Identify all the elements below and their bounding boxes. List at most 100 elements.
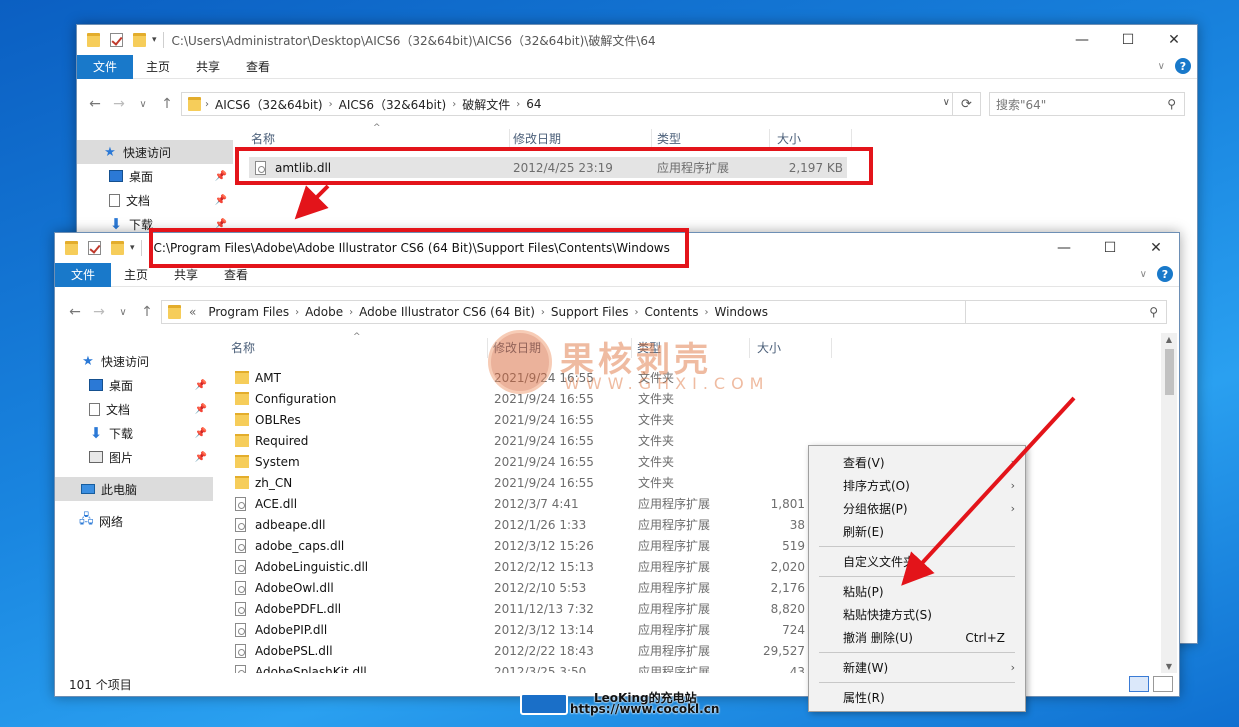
back-icon[interactable]: ← xyxy=(63,304,87,320)
column-header-type[interactable]: 类型 xyxy=(657,130,681,147)
maximize-icon[interactable]: ☐ xyxy=(1087,233,1133,263)
menu-item-paste-shortcut[interactable]: 粘贴快捷方式(S) xyxy=(809,603,1025,626)
menu-item-view[interactable]: 查看(V) › xyxy=(809,451,1025,474)
folder-icon[interactable] xyxy=(87,33,100,47)
folder-icon[interactable] xyxy=(65,241,78,255)
new-folder-icon[interactable] xyxy=(133,33,146,47)
column-header-size[interactable]: 大小 xyxy=(757,339,781,356)
breadcrumb[interactable]: Adobe Illustrator CS6 (64 Bit) xyxy=(353,305,541,319)
breadcrumb[interactable]: AICS6（32&64bit) xyxy=(209,96,329,113)
breadcrumb[interactable]: Program Files xyxy=(202,305,295,319)
table-row[interactable]: ACE.dll 2012/3/7 4:41 应用程序扩展 1,801 xyxy=(229,493,809,514)
sidebar-item-pictures[interactable]: 图片 📌 xyxy=(55,445,213,469)
sidebar-item-downloads[interactable]: ⬇ 下载 📌 xyxy=(55,421,213,445)
column-header-date[interactable]: 修改日期 xyxy=(493,339,541,356)
breadcrumb[interactable]: Support Files xyxy=(545,305,635,319)
up-icon[interactable]: ↑ xyxy=(155,96,179,112)
recent-dropdown-icon[interactable]: ∨ xyxy=(111,307,135,318)
column-header-name[interactable]: 名称 xyxy=(251,130,275,147)
table-row[interactable]: adobe_caps.dll 2012/3/12 15:26 应用程序扩展 519 xyxy=(229,535,809,556)
minimize-icon[interactable]: — xyxy=(1041,233,1087,263)
table-row[interactable]: OBLRes 2021/9/24 16:55 文件夹 xyxy=(229,409,809,430)
tab-file[interactable]: 文件 xyxy=(55,262,112,287)
breadcrumb[interactable]: Adobe xyxy=(299,305,349,319)
menu-item-properties[interactable]: 属性(R) xyxy=(809,686,1025,709)
details-view-icon[interactable] xyxy=(1129,676,1149,692)
table-row[interactable]: AdobePIP.dll 2012/3/12 13:14 应用程序扩展 724 xyxy=(229,619,809,640)
sidebar-item-quick-access[interactable]: ★ 快速访问 xyxy=(55,349,213,373)
column-header-name[interactable]: 名称 xyxy=(231,339,255,356)
refresh-icon[interactable]: ⟳ xyxy=(952,93,980,115)
sidebar-item-this-pc[interactable]: 此电脑 xyxy=(55,477,213,501)
large-icons-view-icon[interactable] xyxy=(1153,676,1173,692)
address-bar[interactable]: « Program Files › Adobe › Adobe Illustra… xyxy=(161,300,1007,324)
recent-dropdown-icon[interactable]: ∨ xyxy=(131,99,155,110)
table-row[interactable]: Required 2021/9/24 16:55 文件夹 xyxy=(229,430,809,451)
scroll-down-icon[interactable]: ▼ xyxy=(1161,662,1177,671)
expand-ribbon-icon[interactable]: ∨ xyxy=(1140,269,1147,280)
help-icon[interactable]: ? xyxy=(1175,58,1191,74)
scroll-up-icon[interactable]: ▲ xyxy=(1161,335,1177,344)
sidebar-item-desktop[interactable]: 桌面 📌 xyxy=(55,373,213,397)
close-icon[interactable]: ✕ xyxy=(1133,233,1179,263)
table-row[interactable]: adbeape.dll 2012/1/26 1:33 应用程序扩展 38 xyxy=(229,514,809,535)
search-input[interactable]: 搜索"64" ⚲ xyxy=(989,92,1185,116)
menu-item-sort-by[interactable]: 排序方式(O) › xyxy=(809,474,1025,497)
column-header-type[interactable]: 类型 xyxy=(637,339,661,356)
table-row[interactable]: AdobeLinguistic.dll 2012/2/12 15:13 应用程序扩展… xyxy=(229,556,809,577)
context-menu: 查看(V) › 排序方式(O) › 分组依据(P) › 刷新(E) 自定义文件夹… xyxy=(808,445,1026,712)
table-row[interactable]: System 2021/9/24 16:55 文件夹 xyxy=(229,451,809,472)
menu-item-undo-delete[interactable]: 撤消 删除(U) Ctrl+Z xyxy=(809,626,1025,649)
breadcrumb[interactable]: 64 xyxy=(520,97,547,111)
tab-share[interactable]: 共享 xyxy=(183,55,233,79)
up-icon[interactable]: ↑ xyxy=(135,304,159,320)
menu-item-new[interactable]: 新建(W) › xyxy=(809,656,1025,679)
divider xyxy=(851,129,852,149)
forward-icon[interactable]: → xyxy=(87,304,111,320)
menu-item-customize-folder[interactable]: 自定义文件夹... xyxy=(809,550,1025,573)
properties-icon[interactable] xyxy=(110,33,123,47)
address-bar[interactable]: › AICS6（32&64bit) › AICS6（32&64bit) › 破解… xyxy=(181,92,981,116)
menu-item-refresh[interactable]: 刷新(E) xyxy=(809,520,1025,543)
table-row[interactable]: AMT 2021/9/24 16:55 文件夹 xyxy=(229,367,809,388)
breadcrumb[interactable]: Contents xyxy=(638,305,704,319)
search-icon[interactable]: ⚲ xyxy=(1149,305,1158,319)
table-row[interactable]: AdobePSL.dll 2012/2/22 18:43 应用程序扩展 29,527 xyxy=(229,640,809,661)
sidebar-item-quick-access[interactable]: ★ 快速访问 xyxy=(77,140,233,164)
sidebar-item-network[interactable]: 🖧 网络 xyxy=(55,509,213,533)
breadcrumb[interactable]: 破解文件 xyxy=(456,96,516,113)
minimize-icon[interactable]: — xyxy=(1059,25,1105,55)
column-header-date[interactable]: 修改日期 xyxy=(513,130,561,147)
address-dropdown-icon[interactable]: ∨ xyxy=(943,97,950,108)
menu-item-paste[interactable]: 粘贴(P) xyxy=(809,580,1025,603)
quick-access-dropdown-icon[interactable]: ▾ xyxy=(130,243,135,253)
help-icon[interactable]: ? xyxy=(1157,266,1173,282)
quick-access-dropdown-icon[interactable]: ▾ xyxy=(152,35,157,45)
sidebar-item-documents[interactable]: 文档 📌 xyxy=(77,188,233,212)
table-row[interactable]: AdobePDFL.dll 2011/12/13 7:32 应用程序扩展 8,820 xyxy=(229,598,809,619)
maximize-icon[interactable]: ☐ xyxy=(1105,25,1151,55)
breadcrumb-overflow[interactable]: « xyxy=(183,305,202,319)
new-folder-icon[interactable] xyxy=(111,241,124,255)
column-header-size[interactable]: 大小 xyxy=(777,130,801,147)
breadcrumb[interactable]: AICS6（32&64bit) xyxy=(333,96,453,113)
table-row[interactable]: Configuration 2021/9/24 16:55 文件夹 xyxy=(229,388,809,409)
sidebar-item-desktop[interactable]: 桌面 📌 xyxy=(77,164,233,188)
close-icon[interactable]: ✕ xyxy=(1151,25,1197,55)
tab-view[interactable]: 查看 xyxy=(233,55,283,79)
vertical-scrollbar[interactable]: ▲ ▼ xyxy=(1161,333,1177,673)
expand-ribbon-icon[interactable]: ∨ xyxy=(1158,61,1165,72)
tab-file[interactable]: 文件 xyxy=(77,54,134,79)
table-row[interactable]: zh_CN 2021/9/24 16:55 文件夹 xyxy=(229,472,809,493)
table-row[interactable]: AdobeOwl.dll 2012/2/10 5:53 应用程序扩展 2,176 xyxy=(229,577,809,598)
sidebar-item-documents[interactable]: 文档 📌 xyxy=(55,397,213,421)
search-input[interactable]: ⚲ xyxy=(965,300,1167,324)
breadcrumb[interactable]: Windows xyxy=(708,305,774,319)
menu-item-group-by[interactable]: 分组依据(P) › xyxy=(809,497,1025,520)
properties-icon[interactable] xyxy=(88,241,101,255)
scroll-thumb[interactable] xyxy=(1165,349,1174,395)
back-icon[interactable]: ← xyxy=(83,96,107,112)
tab-home[interactable]: 主页 xyxy=(133,55,183,79)
forward-icon[interactable]: → xyxy=(107,96,131,112)
search-icon[interactable]: ⚲ xyxy=(1167,97,1176,111)
